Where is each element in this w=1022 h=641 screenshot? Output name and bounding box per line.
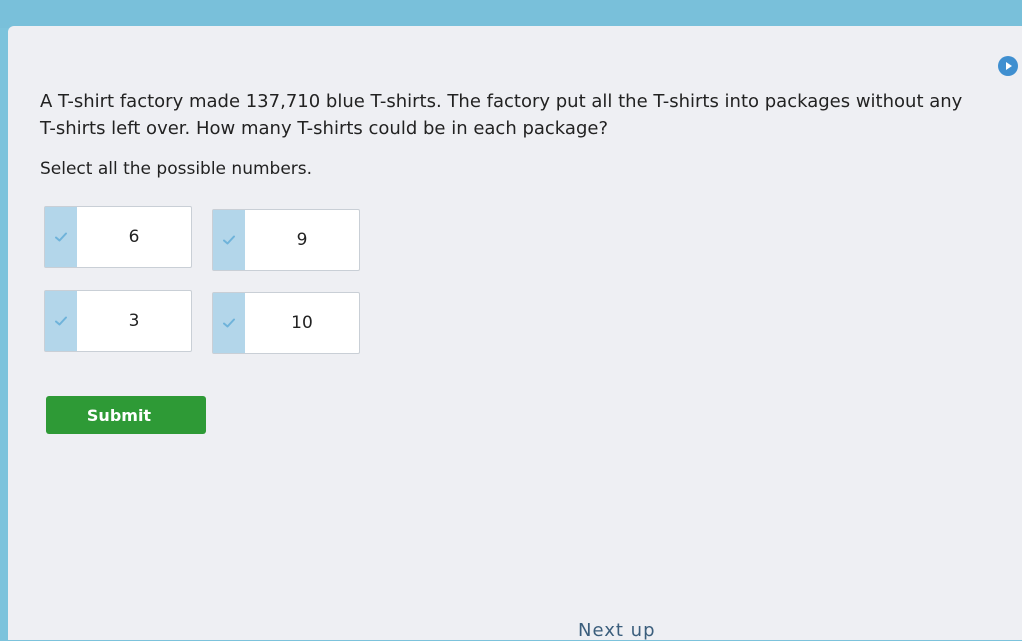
checkbox-area[interactable]: [213, 210, 245, 270]
play-triangle-icon: [1006, 62, 1012, 70]
instruction-text: Select all the possible numbers.: [40, 159, 313, 179]
submit-button[interactable]: Submit: [46, 396, 206, 434]
top-banner: [0, 0, 1022, 28]
choice-value: 6: [128, 227, 140, 247]
answer-choice-6[interactable]: 6: [44, 206, 192, 268]
checkmark-icon: [55, 232, 67, 242]
choice-value: 10: [291, 313, 313, 333]
checkbox-area[interactable]: [213, 293, 245, 353]
next-up-label[interactable]: Next up: [578, 620, 656, 641]
checkmark-icon: [223, 235, 235, 245]
checkbox-area[interactable]: [45, 291, 77, 351]
checkmark-icon: [55, 316, 67, 326]
answer-choice-10[interactable]: 10: [212, 292, 360, 354]
answer-choice-9[interactable]: 9: [212, 209, 360, 271]
question-text: A T-shirt factory made 137,710 blue T-sh…: [40, 91, 963, 139]
choice-value: 3: [128, 311, 140, 331]
checkbox-area[interactable]: [45, 207, 77, 267]
checkmark-icon: [223, 318, 235, 328]
answer-choice-3[interactable]: 3: [44, 290, 192, 352]
play-audio-icon[interactable]: [998, 56, 1018, 76]
choice-value: 9: [296, 230, 308, 250]
